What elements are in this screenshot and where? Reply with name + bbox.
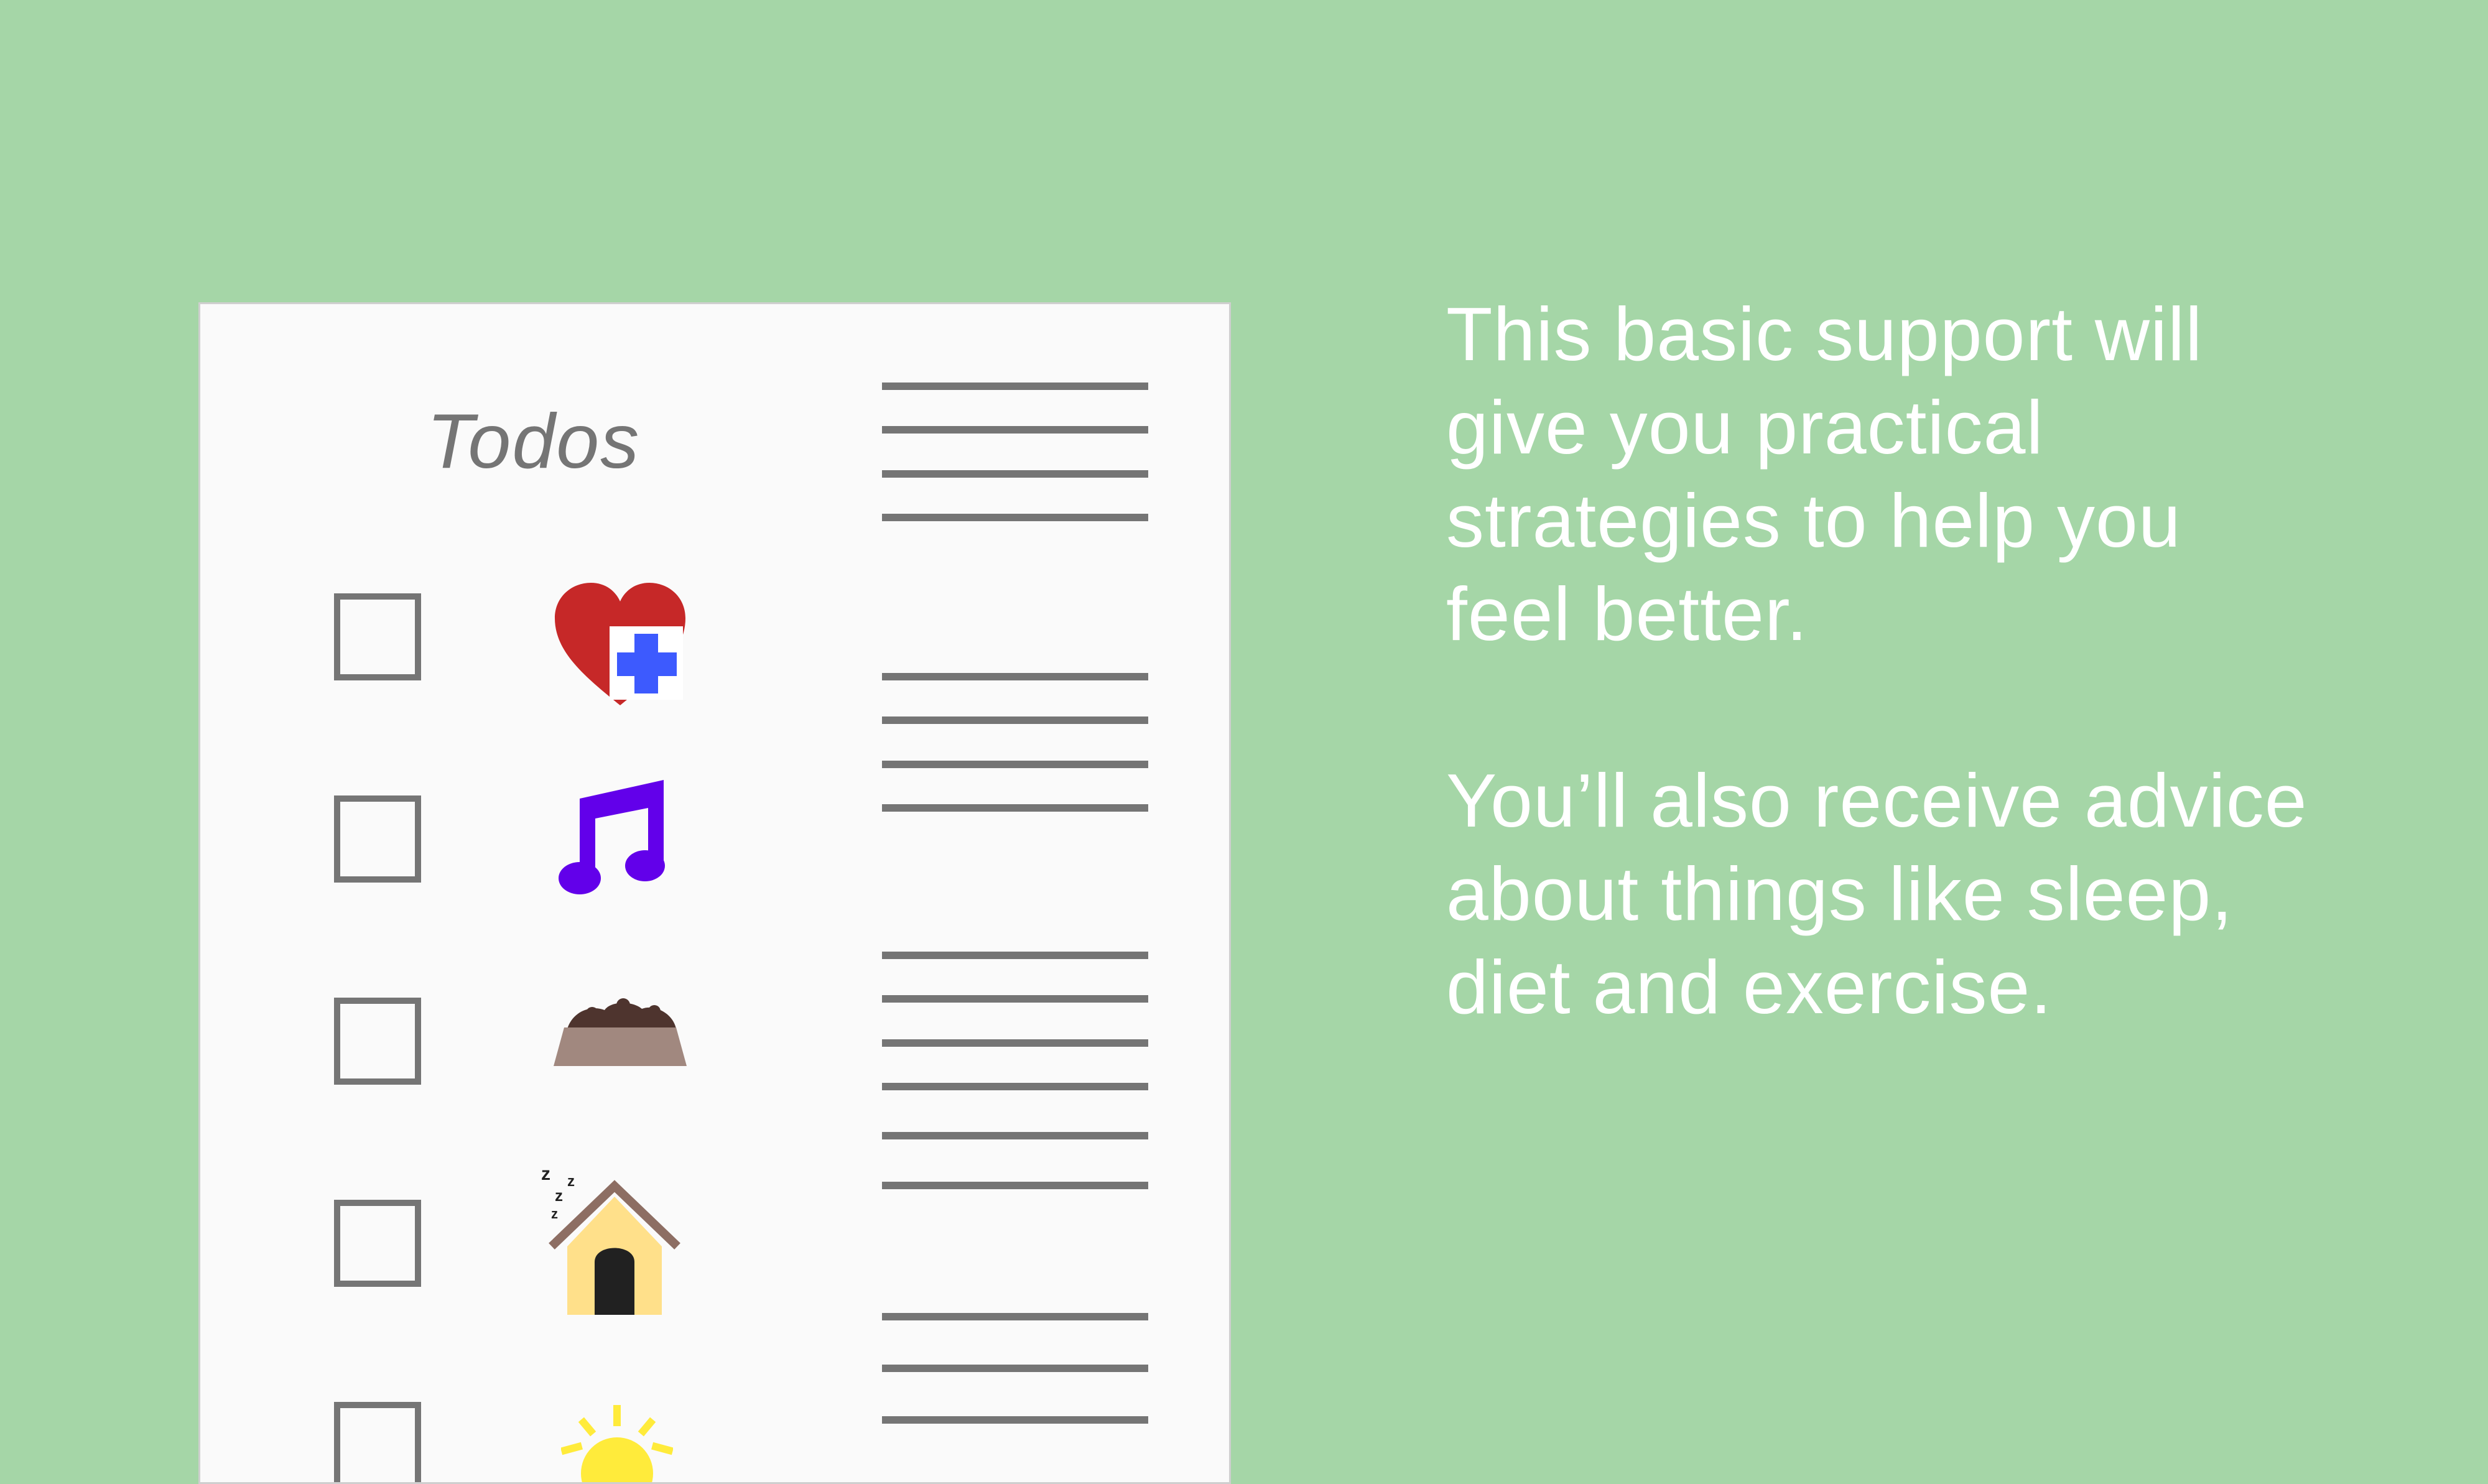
text-line bbox=[882, 1416, 1148, 1424]
food-bowl-icon bbox=[554, 998, 687, 1066]
advice-paragraph: You’ll also receive advice about things … bbox=[1446, 758, 2308, 1029]
text-line bbox=[882, 470, 1148, 478]
text-line bbox=[882, 716, 1148, 724]
text-line bbox=[882, 426, 1148, 434]
text-line bbox=[882, 1039, 1148, 1047]
todo-checkbox-5[interactable] bbox=[334, 1402, 421, 1482]
todo-checkbox-1[interactable] bbox=[334, 593, 421, 680]
todo-paper-card: Todos z z z z bbox=[198, 302, 1231, 1484]
text-line bbox=[882, 1313, 1148, 1320]
text-line bbox=[882, 952, 1148, 959]
svg-text:z: z bbox=[555, 1186, 563, 1205]
svg-text:z: z bbox=[567, 1173, 575, 1190]
support-paragraph: This basic support will give you practic… bbox=[1446, 292, 2203, 656]
text-line bbox=[882, 1182, 1148, 1189]
music-note-icon bbox=[559, 780, 665, 894]
todos-title: Todos bbox=[427, 399, 641, 485]
todo-checkbox-2[interactable] bbox=[334, 795, 421, 883]
text-line bbox=[882, 673, 1148, 680]
text-line bbox=[882, 804, 1148, 812]
svg-text:z: z bbox=[541, 1164, 550, 1184]
text-line bbox=[882, 383, 1148, 390]
text-line bbox=[882, 1132, 1148, 1139]
text-line bbox=[882, 514, 1148, 521]
sun-icon bbox=[561, 1405, 673, 1482]
text-line bbox=[882, 761, 1148, 768]
sleeping-house-icon: z z z z bbox=[541, 1164, 680, 1315]
text-line bbox=[882, 1365, 1148, 1372]
todo-checkbox-3[interactable] bbox=[334, 998, 421, 1085]
text-line bbox=[882, 995, 1148, 1003]
heart-health-icon bbox=[555, 583, 685, 705]
todo-checkbox-4[interactable] bbox=[334, 1200, 421, 1287]
support-description: This basic support will give you practic… bbox=[1446, 287, 2317, 1034]
svg-text:z: z bbox=[551, 1206, 558, 1222]
text-line bbox=[882, 1083, 1148, 1090]
